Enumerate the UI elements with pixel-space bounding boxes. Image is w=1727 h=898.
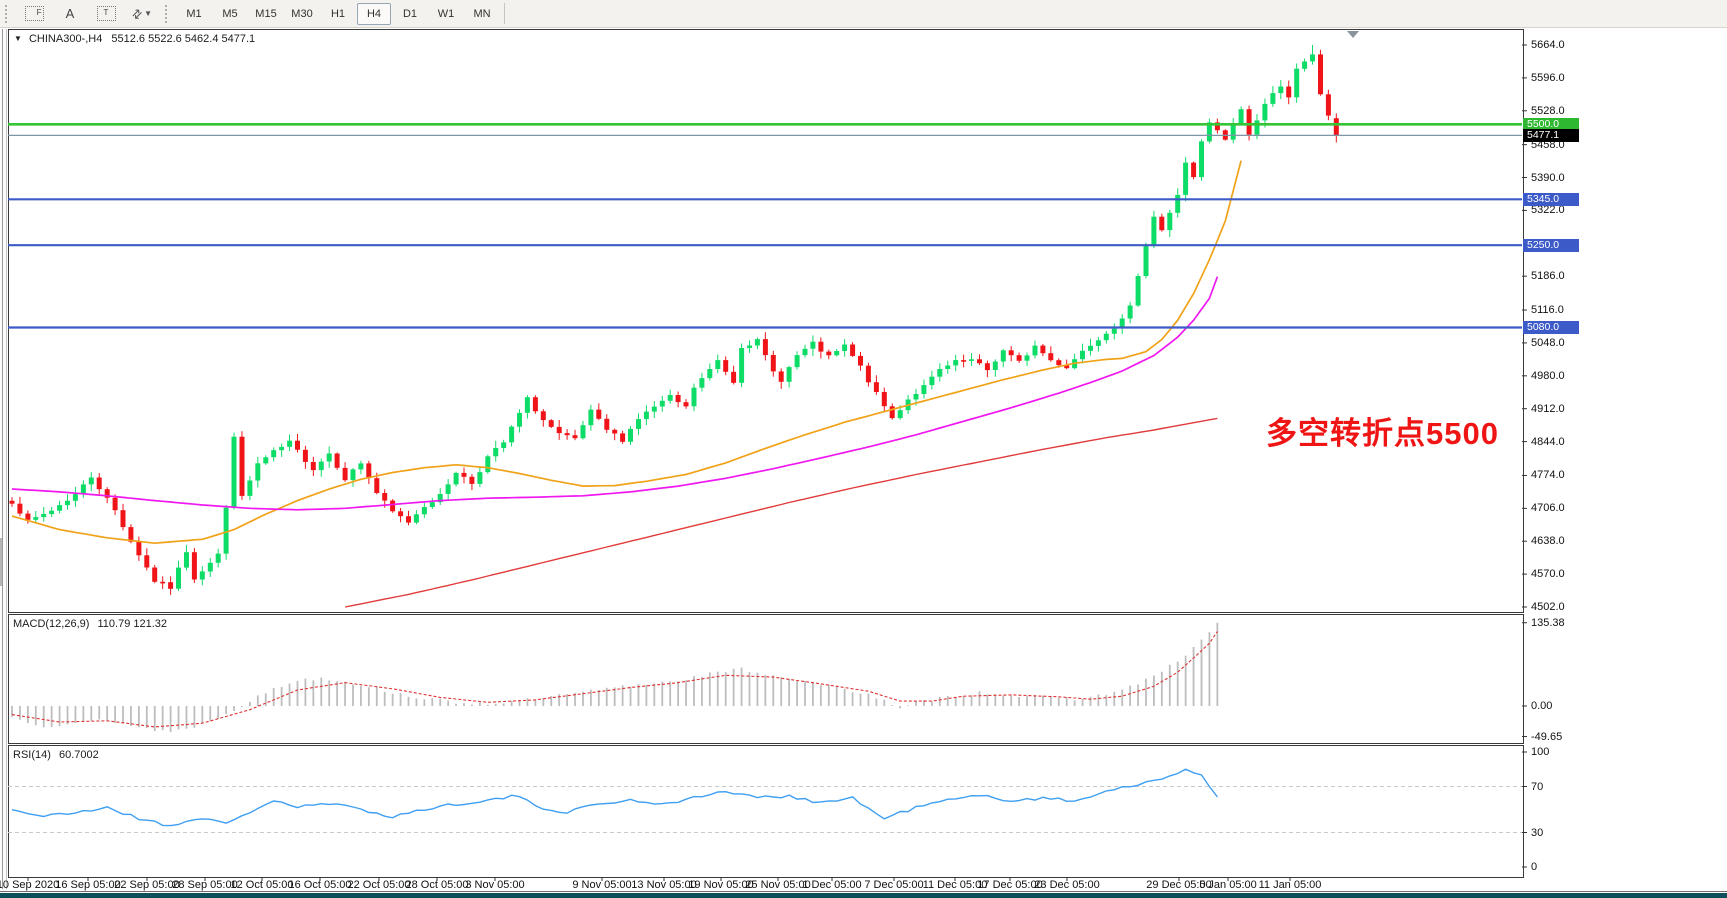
time-tick-label: 3 Nov 05:00 xyxy=(450,879,540,891)
price-tick-label: 5322.0 xyxy=(1531,204,1565,216)
macd-signal-line xyxy=(12,631,1217,727)
rsi-axis-label: 30 xyxy=(1531,827,1543,839)
toolbar-grip-2[interactable] xyxy=(165,5,171,23)
chevron-down-icon: ▼ xyxy=(144,9,152,18)
status-strip xyxy=(0,893,1727,898)
timeframe-button-W1[interactable]: W1 xyxy=(429,3,463,25)
mid-ma-line xyxy=(12,277,1217,510)
price-tick-label: 4706.0 xyxy=(1531,502,1565,514)
price-tick-label: 4570.0 xyxy=(1531,568,1565,580)
timeframe-button-H4[interactable]: H4 xyxy=(357,3,391,25)
price-tick-label: 5528.0 xyxy=(1531,105,1565,117)
price-tick-label: 5664.0 xyxy=(1531,39,1565,51)
macd-values: 110.79 121.32 xyxy=(97,618,167,630)
collapse-icon[interactable]: ▼ xyxy=(14,34,22,43)
timeframe-button-D1[interactable]: D1 xyxy=(393,3,427,25)
price-badge-5080.0: 5080.0 xyxy=(1523,321,1579,334)
time-axis[interactable]: 10 Sep 202016 Sep 05:0022 Sep 05:0028 Se… xyxy=(0,877,1727,891)
timeframe-button-MN[interactable]: MN xyxy=(465,3,499,25)
time-tick-label: 11 Jan 05:00 xyxy=(1245,879,1335,891)
rsi-axis-label: 70 xyxy=(1531,781,1543,793)
letter-a-icon: A xyxy=(66,6,75,21)
slow-ma-line xyxy=(345,418,1217,607)
macd-axis-label: 135.38 xyxy=(1531,617,1565,629)
text-label-icon: T xyxy=(97,6,116,21)
price-tick-label: 4844.0 xyxy=(1531,436,1565,448)
macd-axis-label: 0.00 xyxy=(1531,700,1552,712)
text-label-button[interactable]: T xyxy=(89,3,123,25)
price-tick-label: 5186.0 xyxy=(1531,270,1565,282)
price-tick-label: 4912.0 xyxy=(1531,403,1565,415)
toolbar-grip[interactable] xyxy=(5,5,11,23)
arrow-text-button[interactable]: A xyxy=(53,3,87,25)
ohlc-values: 5512.6 5522.6 5462.4 5477.1 xyxy=(111,33,255,45)
rsi-axis-label: 0 xyxy=(1531,861,1537,873)
price-tick-label: 4638.0 xyxy=(1531,535,1565,547)
timeframe-button-M1[interactable]: M1 xyxy=(177,3,211,25)
timeframe-button-M5[interactable]: M5 xyxy=(213,3,247,25)
price-tick-label: 5390.0 xyxy=(1531,172,1565,184)
timeframe-button-H1[interactable]: H1 xyxy=(321,3,355,25)
time-tick-label: 23 Dec 05:00 xyxy=(1022,879,1112,891)
price-tick-label: 5048.0 xyxy=(1531,337,1565,349)
price-tick-label: 4980.0 xyxy=(1531,370,1565,382)
cycle-arrows-icon: ⇄ xyxy=(129,5,146,22)
toolbar: F A T ⇄ ▼ M1M5M15M30H1H4D1W1MN xyxy=(0,0,1727,28)
frames-icon: F xyxy=(25,6,44,21)
timeframe-button-M15[interactable]: M15 xyxy=(249,3,283,25)
chart-annotation-text: 多空转折点5500 xyxy=(1266,408,1499,453)
cycle-arrows-button[interactable]: ⇄ ▼ xyxy=(125,3,159,25)
price-badge-5345.0: 5345.0 xyxy=(1523,193,1579,206)
price-badge-5477.1: 5477.1 xyxy=(1523,129,1579,142)
price-tick-label: 4774.0 xyxy=(1531,469,1565,481)
price-tick-label: 5596.0 xyxy=(1531,72,1565,84)
rsi-line xyxy=(12,769,1217,825)
frames-tool-button[interactable]: F xyxy=(17,3,51,25)
axis-baseline xyxy=(0,891,1727,892)
fast-ma-line xyxy=(12,161,1241,544)
mt4-chart-window: F A T ⇄ ▼ M1M5M15M30H1H4D1W1MN ▼ CHINA30… xyxy=(0,0,1727,898)
macd-header: MACD(12,26,9) 110.79 121.32 xyxy=(13,618,167,630)
chart-title[interactable]: ▼ CHINA300-,H4 5512.6 5522.6 5462.4 5477… xyxy=(14,33,255,45)
timeframe-toolbar: M1M5M15M30H1H4D1W1MN xyxy=(176,3,500,25)
macd-label: MACD(12,26,9) xyxy=(13,618,89,630)
rsi-header: RSI(14) 60.7002 xyxy=(13,749,99,761)
rsi-axis-label: 100 xyxy=(1531,746,1549,758)
chart-shift-marker-icon[interactable] xyxy=(1347,31,1359,38)
price-badge-5250.0: 5250.0 xyxy=(1523,239,1579,252)
toolbar-separator xyxy=(504,3,505,24)
symbol-timeframe-label: CHINA300-,H4 xyxy=(29,33,102,45)
timeframe-button-M30[interactable]: M30 xyxy=(285,3,319,25)
price-tick-label: 4502.0 xyxy=(1531,601,1565,613)
rsi-label: RSI(14) xyxy=(13,749,51,761)
macd-axis-label: -49.65 xyxy=(1531,731,1562,743)
price-tick-label: 5116.0 xyxy=(1531,304,1564,316)
rsi-value: 60.7002 xyxy=(59,749,99,761)
